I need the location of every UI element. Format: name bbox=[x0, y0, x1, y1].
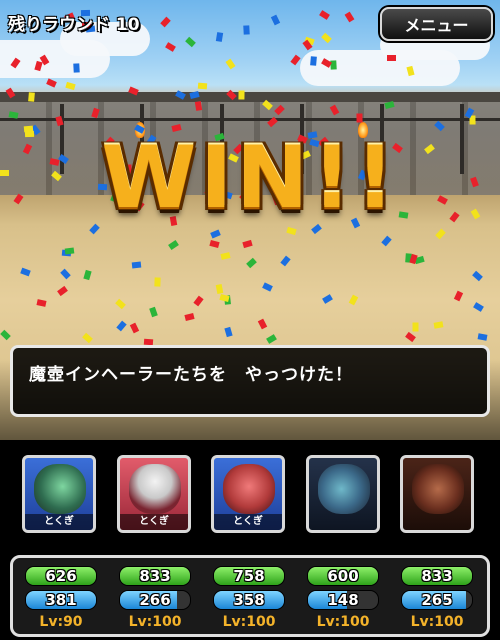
confetti-piece bbox=[412, 322, 419, 332]
confetti-piece bbox=[154, 277, 161, 287]
level-label: Lv:100 bbox=[128, 614, 182, 630]
level-label: Lv:90 bbox=[39, 614, 83, 630]
party-member-5-stats: 833 265 Lv:100 bbox=[401, 562, 473, 636]
party-member-4-card[interactable] bbox=[306, 455, 380, 533]
menu-button[interactable]: メニュー bbox=[380, 7, 493, 41]
win-banner: WIN!! bbox=[101, 128, 399, 228]
confetti-piece bbox=[238, 90, 245, 100]
party-portraits: とくぎ とくぎ とくぎ bbox=[0, 455, 500, 535]
hp-bar: 833 bbox=[401, 566, 473, 586]
confetti-piece bbox=[194, 101, 203, 111]
party-member-2-card[interactable]: とくぎ bbox=[117, 455, 191, 533]
hp-bar: 600 bbox=[307, 566, 379, 586]
machine-monster-portrait bbox=[34, 464, 86, 514]
level-label: Lv:100 bbox=[410, 614, 464, 630]
hp-bar: 758 bbox=[213, 566, 285, 586]
mp-bar: 358 bbox=[213, 590, 285, 610]
confetti-piece bbox=[28, 92, 35, 102]
battle-message-text: 魔壺インヘーラーたちを やっつけた！ bbox=[29, 365, 353, 385]
warrior-demon-portrait bbox=[412, 464, 464, 514]
party-member-2-stats: 833 266 Lv:100 bbox=[119, 562, 191, 636]
party-member-3-stats: 758 358 Lv:100 bbox=[213, 562, 285, 636]
imp-monster-portrait bbox=[318, 464, 370, 514]
skill-tag: とくぎ bbox=[25, 514, 93, 530]
mp-bar: 265 bbox=[401, 590, 473, 610]
confetti-piece bbox=[477, 333, 488, 341]
confetti-piece bbox=[310, 56, 317, 66]
confetti-piece bbox=[73, 63, 80, 73]
skill-tag: とくぎ bbox=[214, 514, 282, 530]
level-label: Lv:100 bbox=[316, 614, 370, 630]
confetti-piece bbox=[387, 55, 396, 61]
party-member-4-stats: 600 148 Lv:100 bbox=[307, 562, 379, 636]
confetti-piece bbox=[243, 25, 250, 35]
battle-message-box[interactable]: 魔壺インヘーラーたちを やっつけた！ bbox=[10, 345, 490, 417]
party-member-1-card[interactable]: とくぎ bbox=[22, 455, 96, 533]
remaining-rounds-label: 残りラウンド 10 bbox=[8, 15, 140, 35]
mp-bar: 266 bbox=[119, 590, 191, 610]
party-status-panel: 626 381 Lv:90 833 266 Lv:100 758 358 Lv:… bbox=[10, 555, 490, 637]
confetti-piece bbox=[64, 247, 75, 255]
mp-bar: 381 bbox=[25, 590, 97, 610]
skill-tag: とくぎ bbox=[120, 514, 188, 530]
confetti-piece bbox=[356, 113, 363, 123]
confetti-piece bbox=[131, 261, 142, 269]
masked-monster-portrait bbox=[129, 464, 181, 514]
mp-bar: 148 bbox=[307, 590, 379, 610]
confetti-piece bbox=[197, 82, 208, 90]
hp-bar: 626 bbox=[25, 566, 97, 586]
demon-lord-portrait bbox=[223, 464, 275, 514]
party-member-5-card[interactable] bbox=[400, 455, 474, 533]
party-member-1-stats: 626 381 Lv:90 bbox=[25, 562, 97, 636]
party-member-3-card[interactable]: とくぎ bbox=[211, 455, 285, 533]
level-label: Lv:100 bbox=[222, 614, 276, 630]
hp-bar: 833 bbox=[119, 566, 191, 586]
